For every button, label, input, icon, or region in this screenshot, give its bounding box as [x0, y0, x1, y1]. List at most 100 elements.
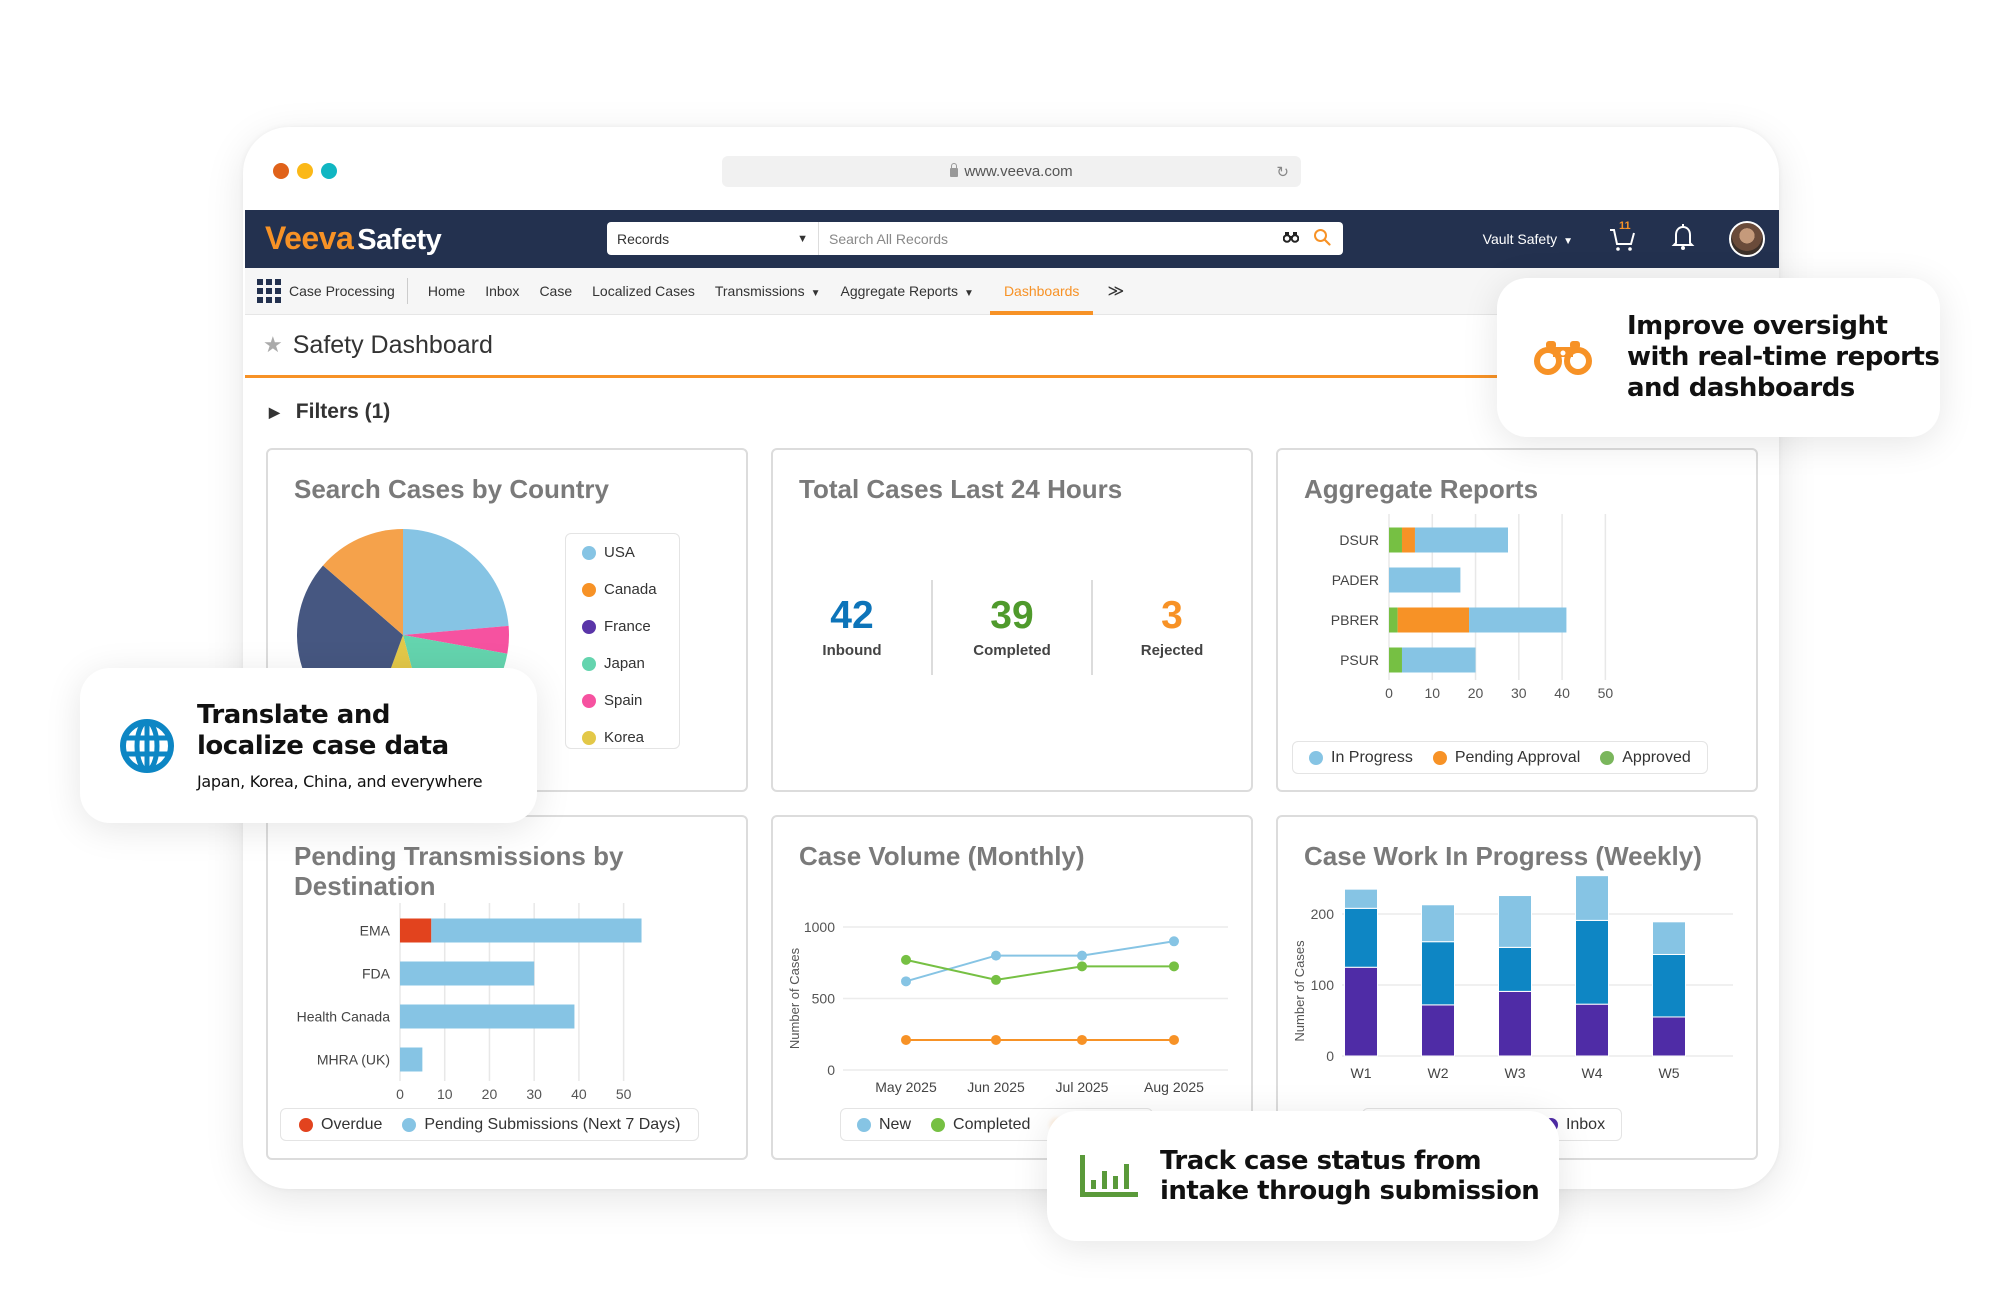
case-volume-chart: 0 500 1000Number of Cases May 2025 Jun 2025 J…	[787, 919, 1228, 1095]
nav-item-transmissions[interactable]: Transmissions ▼	[715, 268, 821, 315]
point-rejected	[901, 1034, 911, 1045]
nav-item-aggregate-reports[interactable]: Aggregate Reports ▼	[841, 268, 974, 315]
nav-item-localized-cases[interactable]: Localized Cases	[592, 268, 695, 315]
app-name[interactable]: Case Processing	[289, 278, 408, 304]
legend-label: USA	[604, 544, 635, 561]
bar-inbox-w1	[1344, 966, 1378, 1057]
kpi-value: 39	[990, 594, 1034, 637]
legend-item-approved[interactable]: Approved	[1600, 749, 1691, 767]
caret-down-icon: ▼	[810, 287, 821, 299]
logo-product: Safety	[357, 224, 442, 256]
legend-item-in-progress[interactable]: In Progress	[1309, 749, 1413, 767]
legend-swatch	[582, 656, 596, 671]
legend-item-korea[interactable]: Korea	[566, 719, 679, 756]
bar-initial-w2	[1421, 941, 1455, 1006]
cart-count-badge: 11	[1619, 220, 1631, 232]
caret-right-icon: ▶	[269, 403, 280, 420]
bar-active-w3	[1498, 895, 1532, 948]
legend-item-new[interactable]: New	[857, 1116, 911, 1134]
chart-legend: In Progress Pending Approval Approved	[1292, 741, 1708, 774]
search-scope-select[interactable]: Records ▼	[607, 222, 819, 255]
legend-item-france[interactable]: France	[566, 608, 679, 645]
nav-item-dashboards[interactable]: Dashboards	[989, 268, 1094, 315]
search-icon[interactable]	[1313, 228, 1331, 249]
kpi-completed[interactable]: 39 Completed	[933, 580, 1091, 675]
y-tick-label: 200	[1311, 906, 1335, 922]
legend-item-spain[interactable]: Spain	[566, 682, 679, 719]
point-completed	[1169, 961, 1179, 972]
search-scope-value: Records	[617, 230, 670, 247]
bar-approved-pbrer	[1389, 607, 1398, 633]
bar-in-progress-dsur	[1414, 527, 1508, 553]
callout-line: and dashboards	[1627, 373, 1855, 403]
nav-item-label: Transmissions	[714, 282, 805, 299]
close-dot[interactable]	[273, 163, 289, 179]
nav-item-label: Localized Cases	[592, 282, 695, 299]
nav-item-inbox[interactable]: Inbox	[485, 268, 519, 315]
callout-text: Track case status from intake through su…	[1160, 1146, 1540, 1206]
nav-item-label: Inbox	[485, 282, 520, 299]
bar-approved-psur	[1389, 647, 1402, 673]
bar-inbox-w3	[1498, 990, 1532, 1057]
vault-switcher[interactable]: Vault Safety ▼	[1483, 231, 1573, 247]
search-input[interactable]: Search All Records	[819, 231, 1283, 247]
veeva-safety-logo[interactable]: Veeva Safety	[265, 220, 442, 257]
notifications-button[interactable]	[1671, 223, 1695, 256]
legend-item-completed[interactable]: Completed	[931, 1116, 1030, 1134]
x-tick-label: 40	[571, 1086, 587, 1102]
callout-translate: Translate and localize case data Japan, …	[80, 668, 537, 823]
legend-item-pending-approval[interactable]: Pending Approval	[1432, 749, 1580, 767]
y-tick-label: PADER	[1332, 572, 1379, 588]
x-tick-label: Jul 2025	[1056, 1079, 1109, 1095]
legend-label: Overdue	[321, 1115, 383, 1133]
maximize-dot[interactable]	[321, 163, 337, 179]
filters-toggle[interactable]: ▶ Filters (1)	[269, 400, 390, 424]
y-tick-label: Health Canada	[297, 1009, 391, 1025]
favorite-star-icon[interactable]: ★	[263, 332, 283, 358]
binoculars-icon[interactable]	[1282, 230, 1300, 247]
y-tick-label: 1000	[804, 919, 835, 935]
bar-pending-submissions-next-7-days-fda	[400, 961, 535, 986]
legend-item-pending-submissions-next-7-days[interactable]: Pending Submissions (Next 7 Days)	[402, 1116, 680, 1134]
bar-in-progress-pader	[1389, 567, 1461, 593]
lock-icon	[950, 163, 959, 177]
nav-item-home[interactable]: Home	[428, 268, 465, 315]
legend-item-overdue[interactable]: Overdue	[299, 1116, 382, 1134]
legend-label: Japan	[604, 655, 645, 672]
vault-name: Vault Safety	[1482, 231, 1558, 247]
y-tick-label: 0	[827, 1062, 835, 1078]
legend-item-canada[interactable]: Canada	[566, 571, 679, 608]
user-avatar[interactable]	[1729, 221, 1765, 257]
pie-slice-usa	[403, 529, 509, 635]
callout-line: Improve oversight	[1627, 311, 1888, 341]
legend-item-usa[interactable]: USA	[566, 534, 679, 571]
x-tick-label: W1	[1351, 1065, 1372, 1081]
kpi-inbound[interactable]: 42 Inbound	[773, 580, 931, 675]
cart-button[interactable]: 11	[1607, 220, 1637, 254]
legend-item-japan[interactable]: Japan	[566, 645, 679, 682]
more-tabs-chevron-icon[interactable]: ≫	[1107, 281, 1124, 301]
card-title: Total Cases Last 24 Hours	[799, 474, 1123, 504]
nav-item-label: Home	[427, 282, 466, 299]
app-launcher-icon[interactable]	[257, 279, 281, 303]
minimize-dot[interactable]	[297, 163, 313, 179]
nav-item-label: Aggregate Reports	[840, 282, 959, 299]
kpi-label: Rejected	[1140, 642, 1204, 659]
bar-pending-submissions-next-7-days-health-canada	[400, 1004, 575, 1029]
reload-icon[interactable]: ↻	[1276, 163, 1289, 181]
caret-down-icon: ▼	[964, 287, 974, 299]
y-axis-label: Number of Cases	[1292, 940, 1307, 1042]
y-tick-label: MHRA (UK)	[317, 1052, 390, 1068]
address-bar[interactable]: www.veeva.com ↻	[722, 156, 1301, 187]
logo-brand: Veeva	[265, 220, 354, 256]
card-total-cases-24h: Total Cases Last 24 Hours 42 Inbound 39 …	[771, 448, 1253, 792]
kpi-value: 3	[1161, 594, 1183, 637]
legend-label: Korea	[604, 729, 645, 746]
caret-down-icon: ▼	[1563, 236, 1573, 247]
y-axis-label: Number of Cases	[787, 947, 802, 1049]
kpi-rejected[interactable]: 3 Rejected	[1093, 580, 1251, 675]
bar-approved-dsur	[1389, 527, 1402, 553]
legend-swatch	[299, 1117, 313, 1132]
nav-item-case[interactable]: Case	[539, 268, 572, 315]
x-tick-label: W4	[1582, 1065, 1603, 1081]
